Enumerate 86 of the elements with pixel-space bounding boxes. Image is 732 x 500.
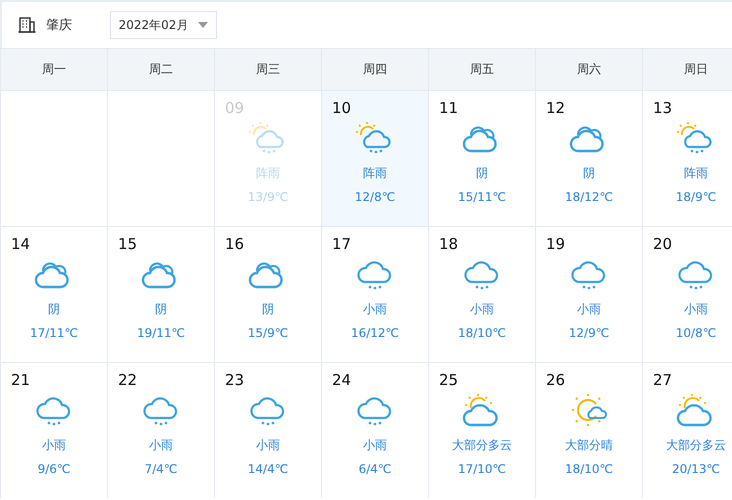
sun-small-cloud-icon xyxy=(569,393,609,427)
day-cell[interactable]: 27 大部分多云 20/13℃ xyxy=(642,362,732,498)
temperature-range: 10/8℃ xyxy=(676,326,716,340)
day-number: 23 xyxy=(225,371,244,389)
temperature-range: 18/12℃ xyxy=(564,190,614,204)
day-number: 13 xyxy=(653,99,672,117)
day-number: 25 xyxy=(439,371,458,389)
day-cell[interactable]: 21 小雨 9/6℃ xyxy=(0,362,107,498)
temperature-range: 18/10℃ xyxy=(458,326,506,340)
temperature-range: 14/4℃ xyxy=(248,462,288,476)
temperature-range: 12/9℃ xyxy=(568,326,610,340)
weekday-header: 周三 xyxy=(214,48,321,90)
day-number: 26 xyxy=(546,371,566,389)
building-icon xyxy=(18,17,36,33)
day-cell[interactable]: 11 阴 15/11℃ xyxy=(428,90,535,226)
day-cell[interactable]: 20 小雨 10/8℃ xyxy=(642,226,732,362)
weather-condition: 阴 xyxy=(155,301,167,318)
day-cell[interactable]: 10 阵雨 12/8℃ xyxy=(321,90,428,226)
temperature-range: 19/11℃ xyxy=(136,326,186,340)
caret-icon xyxy=(198,22,208,28)
temperature-range: 15/11℃ xyxy=(458,190,506,204)
weather-condition: 小雨 xyxy=(149,437,173,454)
weather-condition: 阴 xyxy=(262,301,274,318)
weather-condition: 阴 xyxy=(583,165,595,182)
day-number: 12 xyxy=(546,99,566,117)
day-cell[interactable]: 22 小雨 7/4℃ xyxy=(107,362,214,498)
day-number: 27 xyxy=(653,371,672,389)
weekday-header: 周五 xyxy=(428,48,535,90)
day-number: 16 xyxy=(225,235,244,253)
day-cell[interactable]: 23 小雨 14/4℃ xyxy=(214,362,321,498)
temperature-range: 12/8℃ xyxy=(354,190,396,204)
weather-condition: 阵雨 xyxy=(256,165,280,182)
day-number: 18 xyxy=(439,235,458,253)
day-cell[interactable]: 17 小雨 16/12℃ xyxy=(321,226,428,362)
temperature-range: 18/10℃ xyxy=(564,462,614,476)
temperature-range: 7/4℃ xyxy=(144,462,178,476)
temperature-range: 17/10℃ xyxy=(458,462,506,476)
temperature-range: 9/6℃ xyxy=(38,462,70,476)
weather-condition: 阴 xyxy=(476,165,488,182)
temperature-range: 17/11℃ xyxy=(30,326,78,340)
temperature-range: 15/9℃ xyxy=(248,326,288,340)
weather-condition: 小雨 xyxy=(577,301,601,318)
weekday-header: 周四 xyxy=(321,48,428,90)
day-cell[interactable]: 18 小雨 18/10℃ xyxy=(428,226,535,362)
day-number: 22 xyxy=(118,371,138,389)
city-name: 肇庆 xyxy=(46,17,72,34)
day-number: 15 xyxy=(118,235,138,253)
day-number: 24 xyxy=(332,371,352,389)
weather-condition: 小雨 xyxy=(256,437,280,454)
temperature-range: 13/9℃ xyxy=(248,190,288,204)
weekday-header: 周六 xyxy=(535,48,642,90)
day-number: 14 xyxy=(11,235,30,253)
day-number: 17 xyxy=(332,235,352,253)
weekday-header: 周一 xyxy=(0,48,107,90)
temperature-range: 20/13℃ xyxy=(672,462,720,476)
day-cell[interactable]: 16 阴 15/9℃ xyxy=(214,226,321,362)
day-cell[interactable]: 24 小雨 6/4℃ xyxy=(321,362,428,498)
weather-condition: 小雨 xyxy=(470,301,494,318)
weather-condition: 阵雨 xyxy=(684,165,708,182)
day-number: 19 xyxy=(546,235,566,253)
weather-condition: 大部分多云 xyxy=(452,437,512,454)
weather-condition: 大部分多云 xyxy=(666,437,726,454)
month-dropdown[interactable]: 2022年02月 xyxy=(110,11,217,39)
weekday-header: 周二 xyxy=(107,48,214,90)
weather-condition: 阴 xyxy=(48,301,60,318)
weather-condition: 小雨 xyxy=(684,301,708,318)
day-cell[interactable]: 25 大部分多云 17/10℃ xyxy=(428,362,535,498)
weekday-header: 周日 xyxy=(642,48,732,90)
day-number: 10 xyxy=(332,99,352,117)
weather-condition: 小雨 xyxy=(363,437,387,454)
day-cell[interactable]: 14 阴 17/11℃ xyxy=(0,226,107,362)
temperature-range: 18/9℃ xyxy=(676,190,716,204)
temperature-range: 6/4℃ xyxy=(358,462,392,476)
weather-condition: 小雨 xyxy=(363,301,387,318)
day-cell[interactable]: 12 阴 18/12℃ xyxy=(535,90,642,226)
day-cell[interactable]: 19 小雨 12/9℃ xyxy=(535,226,642,362)
day-number: 11 xyxy=(439,99,458,117)
day-cell[interactable]: 13 阵雨 18/9℃ xyxy=(642,90,732,226)
weather-condition: 阵雨 xyxy=(363,165,387,182)
day-cell[interactable]: 15 阴 19/11℃ xyxy=(107,226,214,362)
day-cell[interactable]: 26 大部分晴 18/10℃ xyxy=(535,362,642,498)
weather-condition: 小雨 xyxy=(42,437,66,454)
weather-condition: 大部分晴 xyxy=(565,437,613,454)
temperature-range: 16/12℃ xyxy=(350,326,400,340)
day-number: 21 xyxy=(11,371,30,389)
day-number: 20 xyxy=(653,235,672,253)
